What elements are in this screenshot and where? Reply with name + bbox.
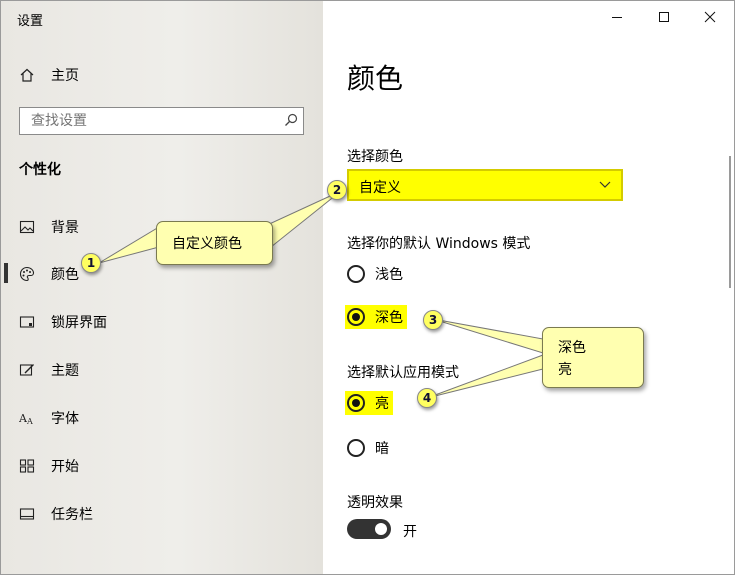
callout-mode: 深色 亮: [542, 327, 644, 388]
settings-window: 设置 主页 个性化 背景 颜色 锁屏界面 主题 AA 字体: [0, 0, 735, 575]
callout-text: 自定义颜色: [172, 236, 242, 252]
callout-text-line1: 深色: [558, 340, 586, 356]
badge-1: 1: [81, 253, 101, 273]
callout1-pointer: [98, 226, 160, 264]
callout-custom-color: 自定义颜色: [156, 221, 273, 265]
badge-3: 3: [423, 310, 443, 330]
callout-text-line2: 亮: [558, 362, 572, 378]
badge-2: 2: [327, 180, 347, 200]
annotation-lines: [98, 190, 544, 399]
badge-4: 4: [417, 388, 437, 408]
callout4-pointer: [426, 354, 544, 399]
callout3-pointer: [432, 318, 544, 354]
